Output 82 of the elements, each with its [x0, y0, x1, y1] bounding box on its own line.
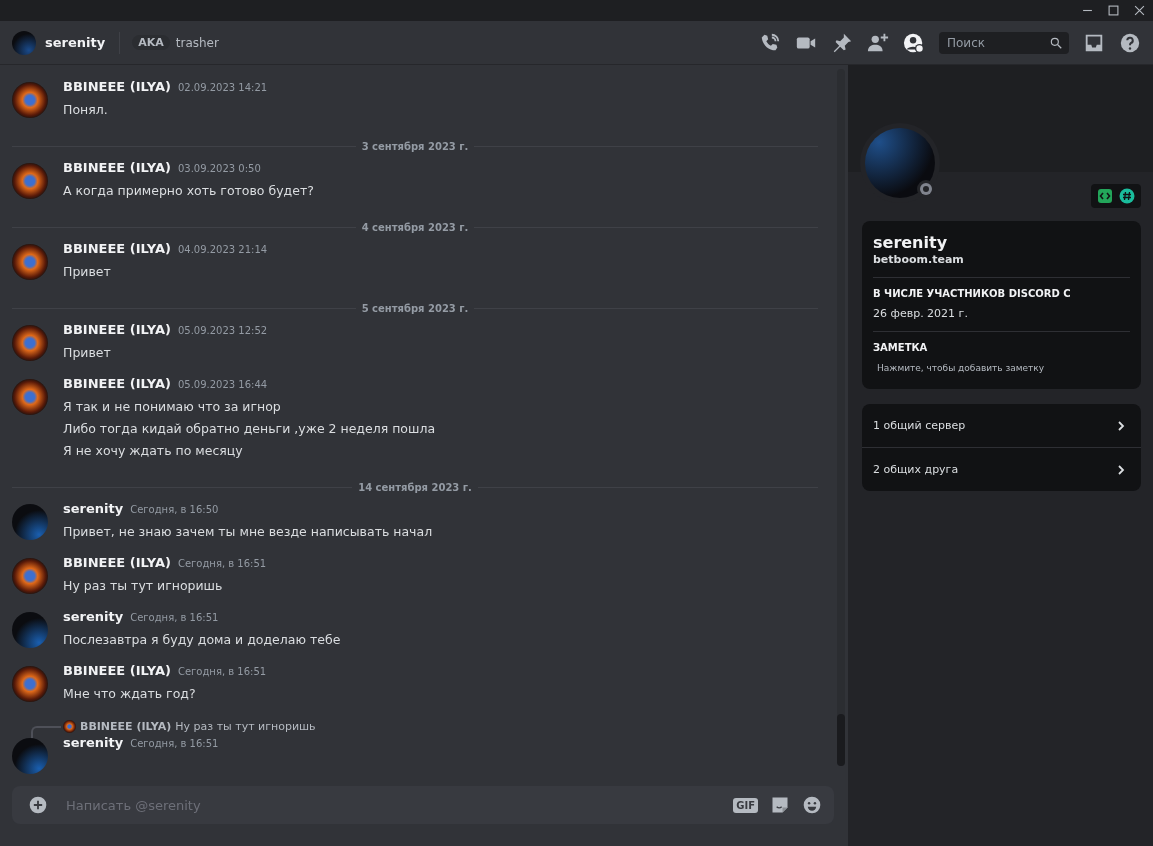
message-time: Сегодня, в 16:51 [130, 738, 219, 749]
member-since-date: 26 февр. 2021 г. [873, 307, 969, 320]
message-text: Я так и не понимаю что за игнор [63, 398, 282, 416]
reply-avatar [63, 719, 76, 733]
user-avatar[interactable] [12, 738, 48, 774]
profile-name: serenity [873, 233, 949, 252]
user-avatar[interactable] [12, 612, 48, 648]
hashtag-badge-icon[interactable] [1119, 188, 1135, 204]
help-icon[interactable] [1119, 31, 1141, 54]
message-author[interactable]: BBINEEE (ILYA) [63, 241, 171, 256]
add-friend-icon[interactable] [867, 31, 889, 54]
message-input[interactable]: Написать @serenity GIF [12, 786, 834, 824]
message-text: Привет [63, 263, 112, 281]
maximize-icon[interactable] [1108, 5, 1119, 16]
mutual-list-item[interactable]: 1 общий сервер [862, 404, 1141, 447]
chevron-right-icon [1115, 463, 1127, 476]
search-icon [1049, 35, 1063, 50]
message-text: А когда примерно хоть готово будет? [63, 182, 314, 200]
gif-button[interactable]: GIF [733, 797, 758, 813]
message-author[interactable]: serenity [63, 501, 124, 516]
user-avatar [12, 30, 36, 55]
message-text: Понял. [63, 101, 109, 119]
plus-icon[interactable] [28, 795, 48, 815]
user-avatar[interactable] [12, 82, 48, 118]
code-badge-icon[interactable] [1097, 188, 1113, 204]
message-author[interactable]: BBINEEE (ILYA) [63, 322, 171, 337]
user-profile-icon[interactable] [903, 31, 925, 54]
search-field[interactable]: Поиск [939, 31, 1069, 54]
user-avatar[interactable] [12, 244, 48, 280]
user-avatar[interactable] [12, 325, 48, 361]
message-author[interactable]: BBINEEE (ILYA) [63, 160, 171, 175]
scrollbar-thumb[interactable] [837, 714, 845, 766]
message-time: Сегодня, в 16:51 [177, 558, 267, 569]
message-time: Сегодня, в 16:51 [130, 612, 219, 623]
emoji-icon[interactable] [802, 795, 822, 815]
message-author[interactable]: BBINEEE (ILYA) [63, 663, 171, 678]
mutual-list-item[interactable]: 2 общих друга [862, 447, 1141, 491]
message-text: Послезавтра я буду дома и доделаю тебе [63, 631, 341, 649]
aka-tag: AKA [132, 35, 170, 50]
profile-avatar [865, 128, 935, 198]
user-avatar[interactable] [12, 163, 48, 199]
channel-name: serenity [45, 35, 106, 50]
user-avatar[interactable] [12, 666, 48, 702]
message-time: Сегодня, в 16:51 [177, 666, 267, 677]
reply-connector-line [31, 726, 61, 738]
reply-text[interactable]: Ну раз ты тут игноришь [175, 719, 316, 733]
pin-icon[interactable] [831, 31, 853, 54]
date-divider: 4 сентября 2023 г. [361, 222, 469, 233]
message-text: Либо тогда кидай обратно деньги ,уже 2 неделя пошла [63, 420, 436, 438]
chevron-right-icon [1115, 419, 1127, 432]
message-time: Сегодня, в 16:50 [130, 504, 219, 515]
sticker-icon[interactable] [770, 795, 790, 815]
message-author[interactable]: BBINEEE (ILYA) [63, 79, 171, 94]
date-divider: 14 сентября 2023 г. [358, 482, 472, 493]
message-author[interactable]: serenity [63, 609, 124, 624]
user-avatar[interactable] [12, 379, 48, 415]
message-author[interactable]: serenity [63, 735, 124, 750]
aka-name: trasher [175, 35, 219, 50]
message-input-text[interactable]: Написать @serenity [64, 796, 722, 814]
user-avatar[interactable] [12, 558, 48, 594]
search-input[interactable]: Поиск [945, 34, 1049, 51]
message-text: Я не хочу ждать по месяцу [63, 442, 244, 460]
message-author[interactable]: BBINEEE (ILYA) [63, 555, 171, 570]
message-author[interactable]: BBINEEE (ILYA) [63, 376, 171, 391]
date-divider: 3 сентября 2023 г. [361, 141, 469, 152]
message-time: 05.09.2023 16:44 [177, 379, 268, 390]
message-text: Мне что ждать год? [63, 685, 197, 703]
date-divider: 5 сентября 2023 г. [361, 303, 469, 314]
message-time: 02.09.2023 14:21 [177, 82, 268, 93]
message-time: 03.09.2023 0:50 [177, 163, 261, 174]
message-text: Привет, не знаю зачем ты мне везде написывать начал [63, 523, 433, 541]
section-heading: В ЧИСЛЕ УЧАСТНИКОВ DISCORD С [873, 288, 1072, 299]
close-icon[interactable] [1134, 5, 1145, 16]
note-field[interactable]: Нажмите, чтобы добавить заметку [873, 361, 1130, 375]
message-text: Привет [63, 344, 112, 362]
section-heading: ЗАМЕТКА [873, 342, 929, 353]
profile-username: betboom.team [873, 253, 965, 266]
message-time: 05.09.2023 12:52 [177, 325, 268, 336]
reply-author: BBINEEE (ILYA) [80, 719, 172, 733]
user-avatar[interactable] [12, 504, 48, 540]
message-text: Ну раз ты тут игноришь [63, 577, 224, 595]
message-time: 04.09.2023 21:14 [177, 244, 268, 255]
